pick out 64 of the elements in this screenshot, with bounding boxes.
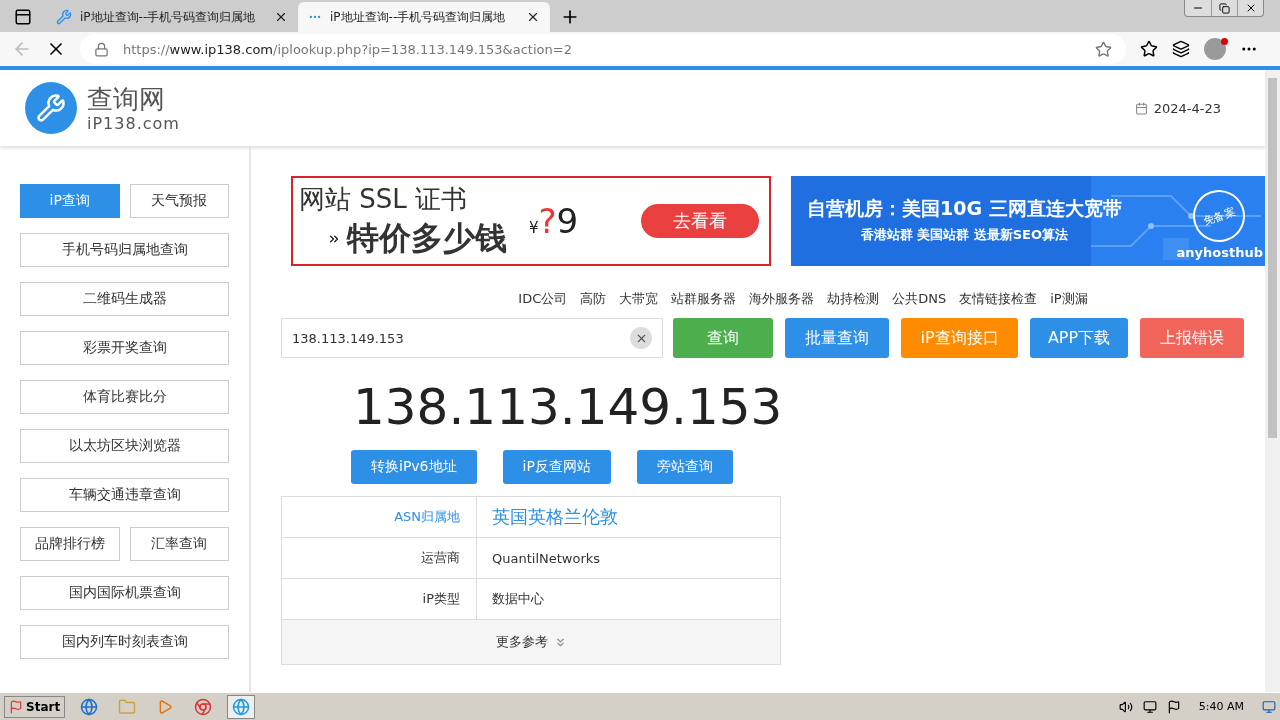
browser-tab[interactable]: iP地址查询--手机号码查询归属地 xyxy=(46,2,298,32)
nav-link[interactable]: 站群服务器 xyxy=(671,290,737,308)
nav-link[interactable]: IDC公司 xyxy=(518,290,568,308)
price-currency: ¥ xyxy=(529,219,539,237)
sidebar-item[interactable]: 国内国际机票查询 xyxy=(20,576,229,610)
favorite-add-icon[interactable] xyxy=(1095,40,1112,58)
price-mystery: ? xyxy=(538,201,557,241)
lock-icon[interactable] xyxy=(94,41,109,57)
nav-link[interactable]: 海外服务器 xyxy=(749,290,815,308)
logo-title: 查询网 xyxy=(87,83,166,114)
sidebar-item[interactable]: 车辆交通违章查询 xyxy=(20,478,229,512)
row-label: ASN归属地 xyxy=(282,497,477,537)
nav-link[interactable]: 友情链接检查 xyxy=(959,290,1038,308)
row-value: 数据中心 xyxy=(491,590,545,608)
ad-view-button[interactable]: 去看看 xyxy=(641,204,759,238)
restore-icon xyxy=(1219,2,1230,14)
nav-link[interactable]: 公共DNS xyxy=(892,290,947,308)
ad-subline: 香港站群 美国站群 送最新SEO算法 xyxy=(860,226,1068,244)
sidebar-item[interactable]: 天气预报 xyxy=(129,184,229,218)
scrollbar[interactable] xyxy=(1265,70,1280,692)
ad-title: 网站 SSL 证书 xyxy=(299,182,469,216)
close-icon[interactable] xyxy=(274,10,288,24)
flag-icon[interactable] xyxy=(1166,699,1181,714)
clear-icon[interactable] xyxy=(630,327,652,349)
volume-icon[interactable] xyxy=(1118,699,1133,714)
price-digit: 9 xyxy=(556,201,579,241)
tab-actions-icon[interactable] xyxy=(14,8,32,26)
nav-link[interactable]: 高防 xyxy=(580,290,607,308)
start-button[interactable]: Start xyxy=(4,695,66,718)
wrench-icon xyxy=(56,9,72,25)
more-references-button[interactable]: 更多参考 xyxy=(282,620,780,664)
sidebar-item[interactable]: 品牌排行榜 xyxy=(20,527,120,561)
sidebar-item[interactable]: 手机号码归属地查询 xyxy=(20,233,229,267)
browser-tab[interactable]: iP地址查询--手机号码查询归属地 xyxy=(298,2,550,32)
sidebar-item[interactable]: 二维码生成器 xyxy=(20,282,229,316)
nav-link[interactable]: 劫持检测 xyxy=(827,290,880,308)
ad-headline: 自营机房：美国10G 三网直连大宽带 xyxy=(807,196,1122,221)
sidebar-item[interactable]: 体育比赛比分 xyxy=(20,380,229,414)
wrench-logo-icon[interactable] xyxy=(25,82,77,134)
hosting-ad-banner[interactable]: 自营机房：美国10G 三网直连大宽带 香港站群 美国站群 送最新SEO算法 免备案 anyhosthub xyxy=(791,176,1265,266)
close-icon[interactable] xyxy=(526,10,540,24)
logo-subtitle: iP138.com xyxy=(87,113,180,133)
profile-avatar[interactable] xyxy=(1204,38,1226,60)
sidebar-item[interactable]: 汇率查询 xyxy=(129,527,229,561)
row-label: 运营商 xyxy=(282,538,477,578)
flag-icon xyxy=(9,699,23,714)
collections-icon[interactable] xyxy=(1172,40,1190,58)
favorites-icon[interactable] xyxy=(1140,40,1158,58)
ip-address-heading: 138.113.149.153 xyxy=(353,378,784,436)
clock-text: 5:40 AM xyxy=(1198,700,1244,713)
ip-search-field[interactable]: 138.113.149.153 xyxy=(281,318,663,358)
nav-link[interactable]: iP测漏 xyxy=(1050,290,1088,308)
row-value: 英国英格兰伦敦 xyxy=(491,505,619,529)
sidebar-item[interactable]: 彩票开奖查询 xyxy=(20,331,229,365)
date-text: 2024-4-23 xyxy=(1153,100,1221,116)
nav-link[interactable]: 大带宽 xyxy=(619,290,659,308)
row-value: QuantilNetworks xyxy=(491,549,602,568)
address-field[interactable]: https://www.ip138.com/iplookup.php?ip=138.113.149.153&action=2 xyxy=(80,34,1126,64)
sidebar-item[interactable]: 以太坊区块浏览器 xyxy=(20,429,229,463)
ad-slogan: 特价多少钱 xyxy=(347,217,507,259)
calendar-icon xyxy=(1134,101,1148,115)
sidebar-item[interactable]: 国内列车时刻表查询 xyxy=(20,625,229,659)
show-desktop-icon[interactable] xyxy=(1262,699,1276,714)
row-label: iP类型 xyxy=(282,579,477,619)
